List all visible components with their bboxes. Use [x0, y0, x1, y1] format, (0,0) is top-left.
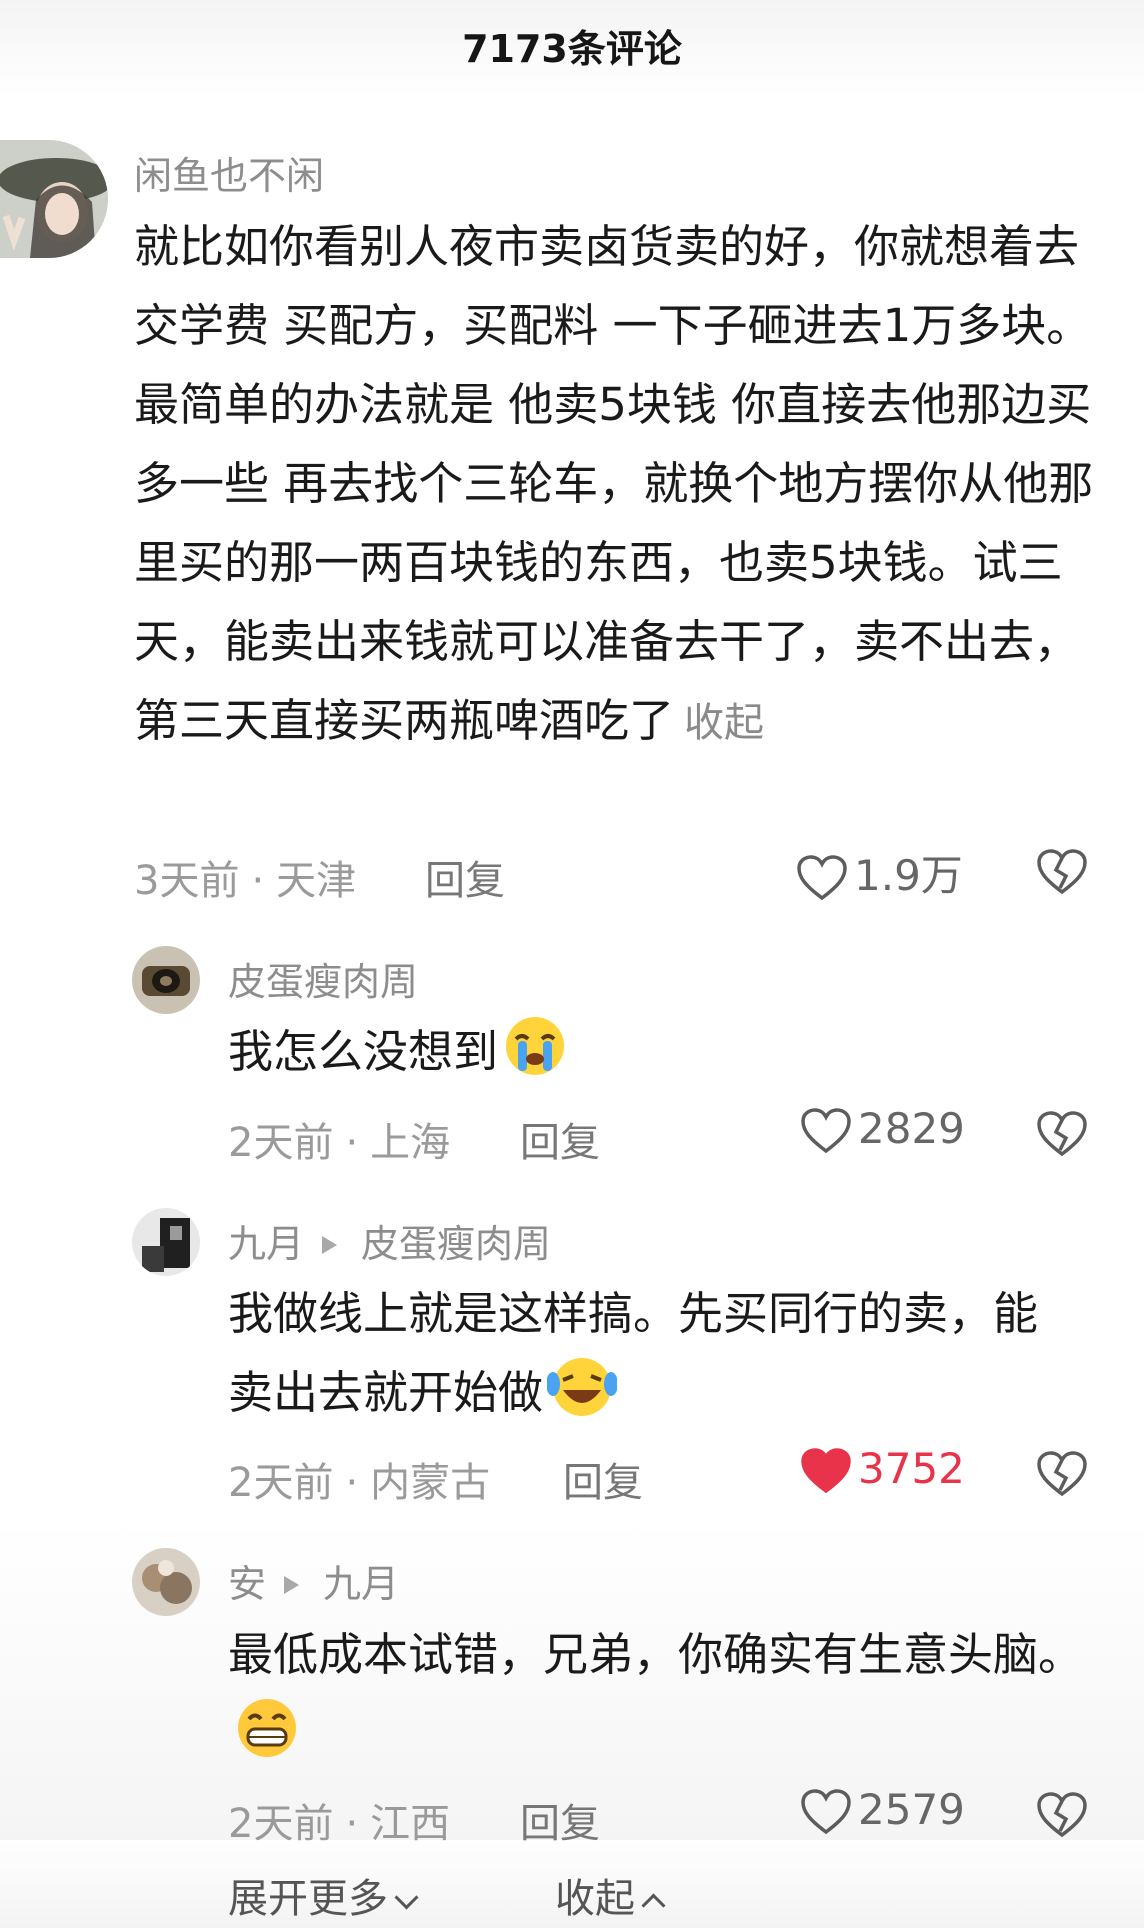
comment-time: 2天前: [228, 1120, 334, 1166]
comment-time: 2天前: [228, 1460, 334, 1506]
laughing-crying-face-icon: [546, 1356, 619, 1442]
comment-text: 我做线上就是这样搞。先买同行的卖，能卖出去就开始做: [228, 1274, 1068, 1442]
like-button[interactable]: 2829: [800, 1104, 965, 1155]
reply-target[interactable]: 九月: [323, 1562, 399, 1606]
comment-username[interactable]: 闲鱼也不闲: [134, 145, 324, 200]
reply-button[interactable]: 回复: [520, 1110, 600, 1168]
like-count: 3752: [858, 1444, 965, 1493]
comment-location: 天津: [276, 858, 357, 904]
dislike-button[interactable]: [1036, 848, 1088, 900]
collapse-replies-button[interactable]: 收起: [555, 1866, 666, 1924]
heart-icon: [801, 1789, 851, 1835]
broken-heart-icon: [1037, 849, 1087, 895]
like-button[interactable]: 3752: [800, 1444, 965, 1495]
like-button[interactable]: 1.9万: [796, 842, 963, 903]
comment-body: 就比如你看别人夜市卖卤货卖的好，你就想着去交学费 买配方，买配料 一下子砸进去1…: [134, 220, 1094, 747]
grinning-face-icon: [232, 1697, 302, 1783]
expand-more-button[interactable]: 展开更多: [228, 1866, 419, 1924]
chevron-up-icon: [641, 1893, 666, 1918]
avatar[interactable]: [0, 140, 108, 258]
reply-button[interactable]: 回复: [563, 1450, 643, 1508]
reply-author[interactable]: 安: [228, 1562, 266, 1606]
avatar[interactable]: [132, 1548, 200, 1616]
comment-body: 最低成本试错，兄弟，你确实有生意头脑。: [228, 1628, 1084, 1681]
comment-time: 3天前: [134, 858, 240, 904]
like-button[interactable]: 2579: [800, 1785, 965, 1836]
collapse-label: 收起: [555, 1876, 635, 1922]
comment-body: 我做线上就是这样搞。先买同行的卖，能卖出去就开始做: [228, 1287, 1039, 1419]
reply-arrow-icon: [322, 1235, 338, 1254]
comment-location: 上海: [370, 1120, 451, 1166]
avatar[interactable]: [132, 946, 200, 1014]
reply-arrow-icon: [284, 1575, 300, 1594]
comment-meta: 3天前 · 天津: [134, 858, 357, 904]
heart-icon: [797, 855, 847, 901]
replies-footer: 展开更多 收起: [0, 1840, 1144, 1928]
broken-heart-icon: [1037, 1792, 1087, 1838]
comments-header: 7173条评论: [0, 0, 1144, 96]
comment-username[interactable]: 九月 皮蛋瘦肉周: [228, 1213, 551, 1268]
dislike-button[interactable]: [1036, 1110, 1088, 1162]
reply-target[interactable]: 皮蛋瘦肉周: [361, 1222, 551, 1266]
dislike-button[interactable]: [1036, 1450, 1088, 1502]
comment-body: 我怎么没想到: [228, 1025, 499, 1078]
reply-button[interactable]: 回复: [425, 848, 505, 906]
comment-text: 就比如你看别人夜市卖卤货卖的好，你就想着去交学费 买配方，买配料 一下子砸进去1…: [134, 207, 1109, 763]
like-count: 1.9万: [854, 851, 963, 900]
expand-more-label: 展开更多: [228, 1876, 388, 1922]
comment-count-title: 7173条评论: [462, 27, 682, 71]
like-count: 2579: [858, 1785, 965, 1834]
comment-username[interactable]: 皮蛋瘦肉周: [228, 951, 418, 1006]
comment-text: 最低成本试错，兄弟，你确实有生意头脑。: [228, 1615, 1108, 1783]
comment-meta: 2天前 · 上海: [228, 1120, 451, 1166]
crying-face-icon: [502, 1015, 568, 1101]
like-count: 2829: [858, 1104, 965, 1153]
avatar[interactable]: [132, 1208, 200, 1276]
heart-icon: [801, 1108, 851, 1154]
dislike-button[interactable]: [1036, 1791, 1088, 1843]
comment-location: 内蒙古: [370, 1460, 491, 1506]
collapse-link[interactable]: 收起: [684, 700, 764, 746]
broken-heart-icon: [1037, 1111, 1087, 1157]
comment-text: 我怎么没想到: [228, 1012, 1108, 1101]
reply-author[interactable]: 九月: [228, 1222, 304, 1266]
chevron-down-icon: [394, 1885, 419, 1910]
comment-username[interactable]: 安 九月: [228, 1553, 399, 1608]
broken-heart-icon: [1037, 1451, 1087, 1497]
heart-filled-icon: [801, 1448, 851, 1494]
comment-meta: 2天前 · 内蒙古: [228, 1460, 491, 1506]
